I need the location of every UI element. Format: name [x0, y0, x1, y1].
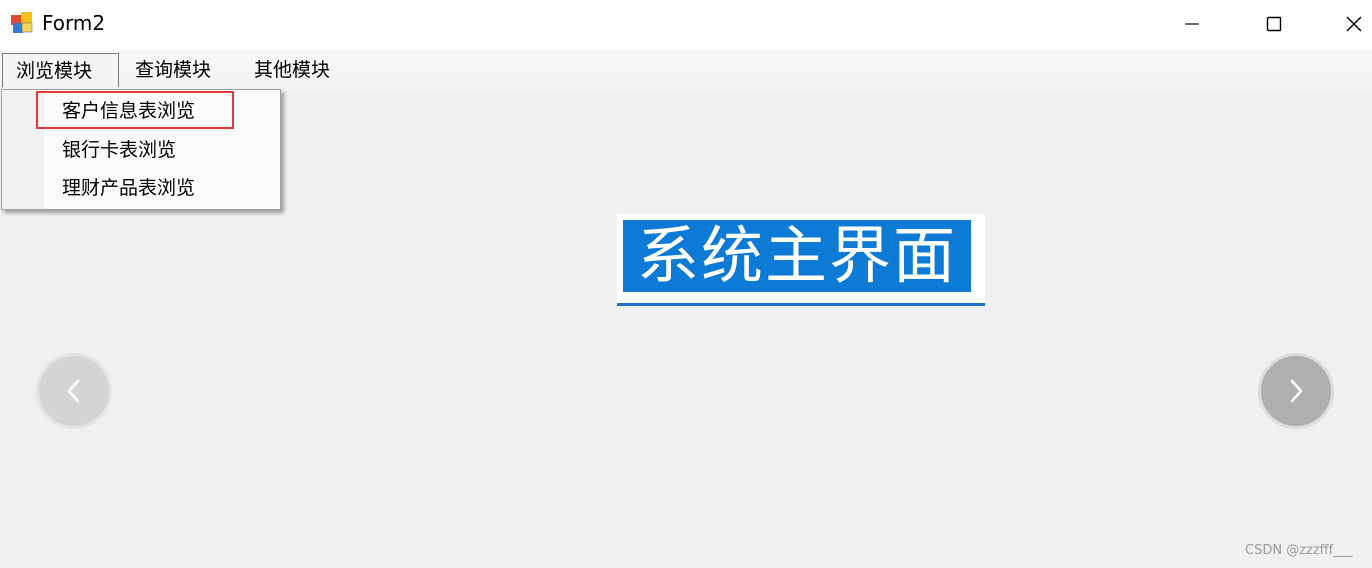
- menu-item-financial-product-browse[interactable]: 理财产品表浏览: [62, 175, 195, 201]
- chevron-right-icon: [1290, 379, 1303, 403]
- previous-button[interactable]: [36, 353, 112, 429]
- menu-bar: 浏览模块 查询模块 其他模块: [0, 50, 1372, 92]
- menu-item-bank-card-browse[interactable]: 银行卡表浏览: [62, 137, 176, 163]
- main-title-box: 系统主界面: [617, 214, 985, 306]
- window-title: Form2: [42, 11, 106, 35]
- minimize-icon: [1185, 23, 1199, 25]
- app-icon: [11, 12, 33, 33]
- watermark-text: CSDN @zzzfff___: [1245, 543, 1353, 558]
- close-button[interactable]: [1324, 0, 1372, 48]
- next-button[interactable]: [1258, 353, 1334, 429]
- menu-other-module[interactable]: 其他模块: [241, 53, 343, 87]
- chevron-left-icon: [67, 379, 80, 403]
- maximize-button[interactable]: [1244, 0, 1304, 48]
- annotation-highlight-box: [36, 91, 234, 129]
- minimize-button[interactable]: [1162, 0, 1222, 48]
- form2-window: Form2 浏览模块 查询模块 其他模块 客户信息表浏览 银行卡表浏览 理财产品…: [0, 0, 1372, 568]
- menu-query-module[interactable]: 查询模块: [122, 53, 224, 87]
- close-icon: [1346, 16, 1362, 32]
- maximize-icon: [1266, 16, 1282, 32]
- title-bar: Form2: [0, 0, 1372, 50]
- menu-browse-module[interactable]: 浏览模块: [2, 53, 119, 87]
- main-title-label: 系统主界面: [623, 220, 971, 292]
